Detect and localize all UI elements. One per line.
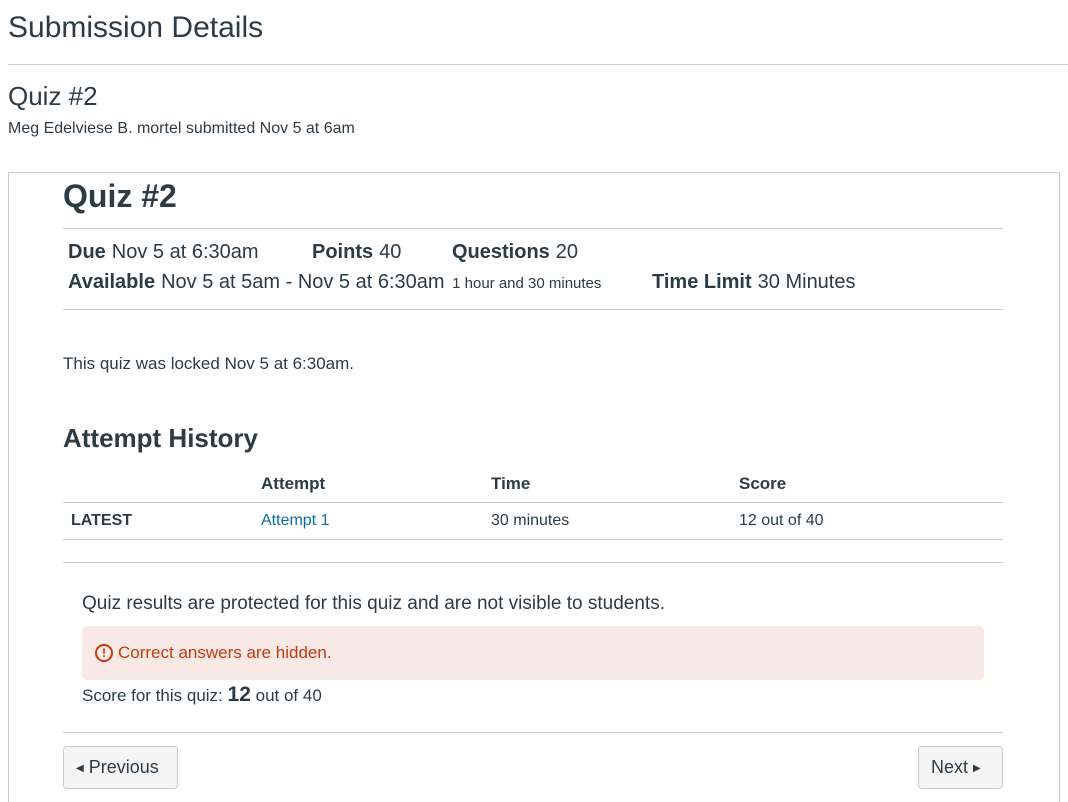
previous-label: Previous bbox=[88, 757, 159, 777]
divider bbox=[63, 732, 1003, 733]
column-header-score: Score bbox=[739, 474, 787, 493]
correct-answers-hidden-alert: ! Correct answers are hidden. bbox=[82, 626, 984, 680]
table-row-divider bbox=[63, 539, 1003, 540]
questions-label: Questions bbox=[452, 241, 550, 263]
previous-button[interactable]: ◀ Previous bbox=[63, 746, 178, 789]
divider bbox=[63, 228, 1003, 229]
table-header-divider bbox=[63, 502, 1003, 503]
alert-message: Correct answers are hidden. bbox=[118, 643, 332, 662]
next-label: Next bbox=[931, 757, 969, 777]
points-value: 40 bbox=[379, 241, 402, 263]
points-label: Points bbox=[312, 241, 374, 263]
locked-message: This quiz was locked Nov 5 at 6:30am. bbox=[63, 354, 355, 373]
due-value: Nov 5 at 6:30am bbox=[111, 241, 259, 263]
available-value: Nov 5 at 5am - Nov 5 at 6:30am bbox=[161, 271, 445, 293]
score-value: 12 bbox=[227, 683, 251, 706]
due-info: Due Nov 5 at 6:30am bbox=[68, 240, 259, 264]
page-title: Submission Details bbox=[8, 11, 264, 44]
column-header-time: Time bbox=[491, 474, 531, 493]
score-suffix: out of 40 bbox=[255, 686, 322, 705]
latest-label: LATEST bbox=[71, 512, 133, 529]
page-header: Submission Details bbox=[8, 10, 1068, 46]
questions-info: Questions 20 bbox=[452, 240, 578, 264]
available-label: Available bbox=[68, 271, 156, 293]
attempt-1-link[interactable]: Attempt 1 bbox=[261, 511, 329, 531]
time-limit-value: 30 Minutes bbox=[757, 271, 856, 293]
divider bbox=[63, 562, 1003, 563]
column-header-attempt: Attempt bbox=[261, 474, 326, 493]
submission-info: Meg Edelviese B. mortel submitted Nov 5 … bbox=[8, 120, 355, 137]
divider bbox=[63, 309, 1003, 310]
quiz-title: Quiz #2 bbox=[63, 178, 177, 214]
caret-left-icon: ◀ bbox=[76, 763, 84, 774]
quiz-score: Score for this quiz: 12 out of 40 bbox=[82, 683, 322, 708]
attempt-score: 12 out of 40 bbox=[739, 512, 824, 529]
warning-icon: ! bbox=[95, 644, 113, 662]
points-info: Points 40 bbox=[312, 240, 401, 264]
next-button[interactable]: Next ▶ bbox=[918, 746, 1003, 789]
quiz-subtitle: Quiz #2 bbox=[8, 81, 98, 111]
time-limit-label: Time Limit bbox=[652, 271, 752, 293]
attempt-time: 30 minutes bbox=[491, 512, 570, 529]
results-protected-notice: Quiz results are protected for this quiz… bbox=[82, 593, 665, 614]
time-limit-info: Time Limit 30 Minutes bbox=[652, 270, 856, 294]
attempt-history-heading: Attempt History bbox=[63, 423, 259, 453]
caret-right-icon: ▶ bbox=[973, 763, 981, 774]
available-duration: 1 hour and 30 minutes bbox=[452, 275, 602, 292]
score-prefix: Score for this quiz: bbox=[82, 686, 223, 705]
due-label: Due bbox=[68, 241, 106, 263]
header-divider bbox=[8, 64, 1068, 65]
questions-value: 20 bbox=[555, 241, 579, 263]
available-info: Available Nov 5 at 5am - Nov 5 at 6:30am … bbox=[68, 270, 601, 296]
